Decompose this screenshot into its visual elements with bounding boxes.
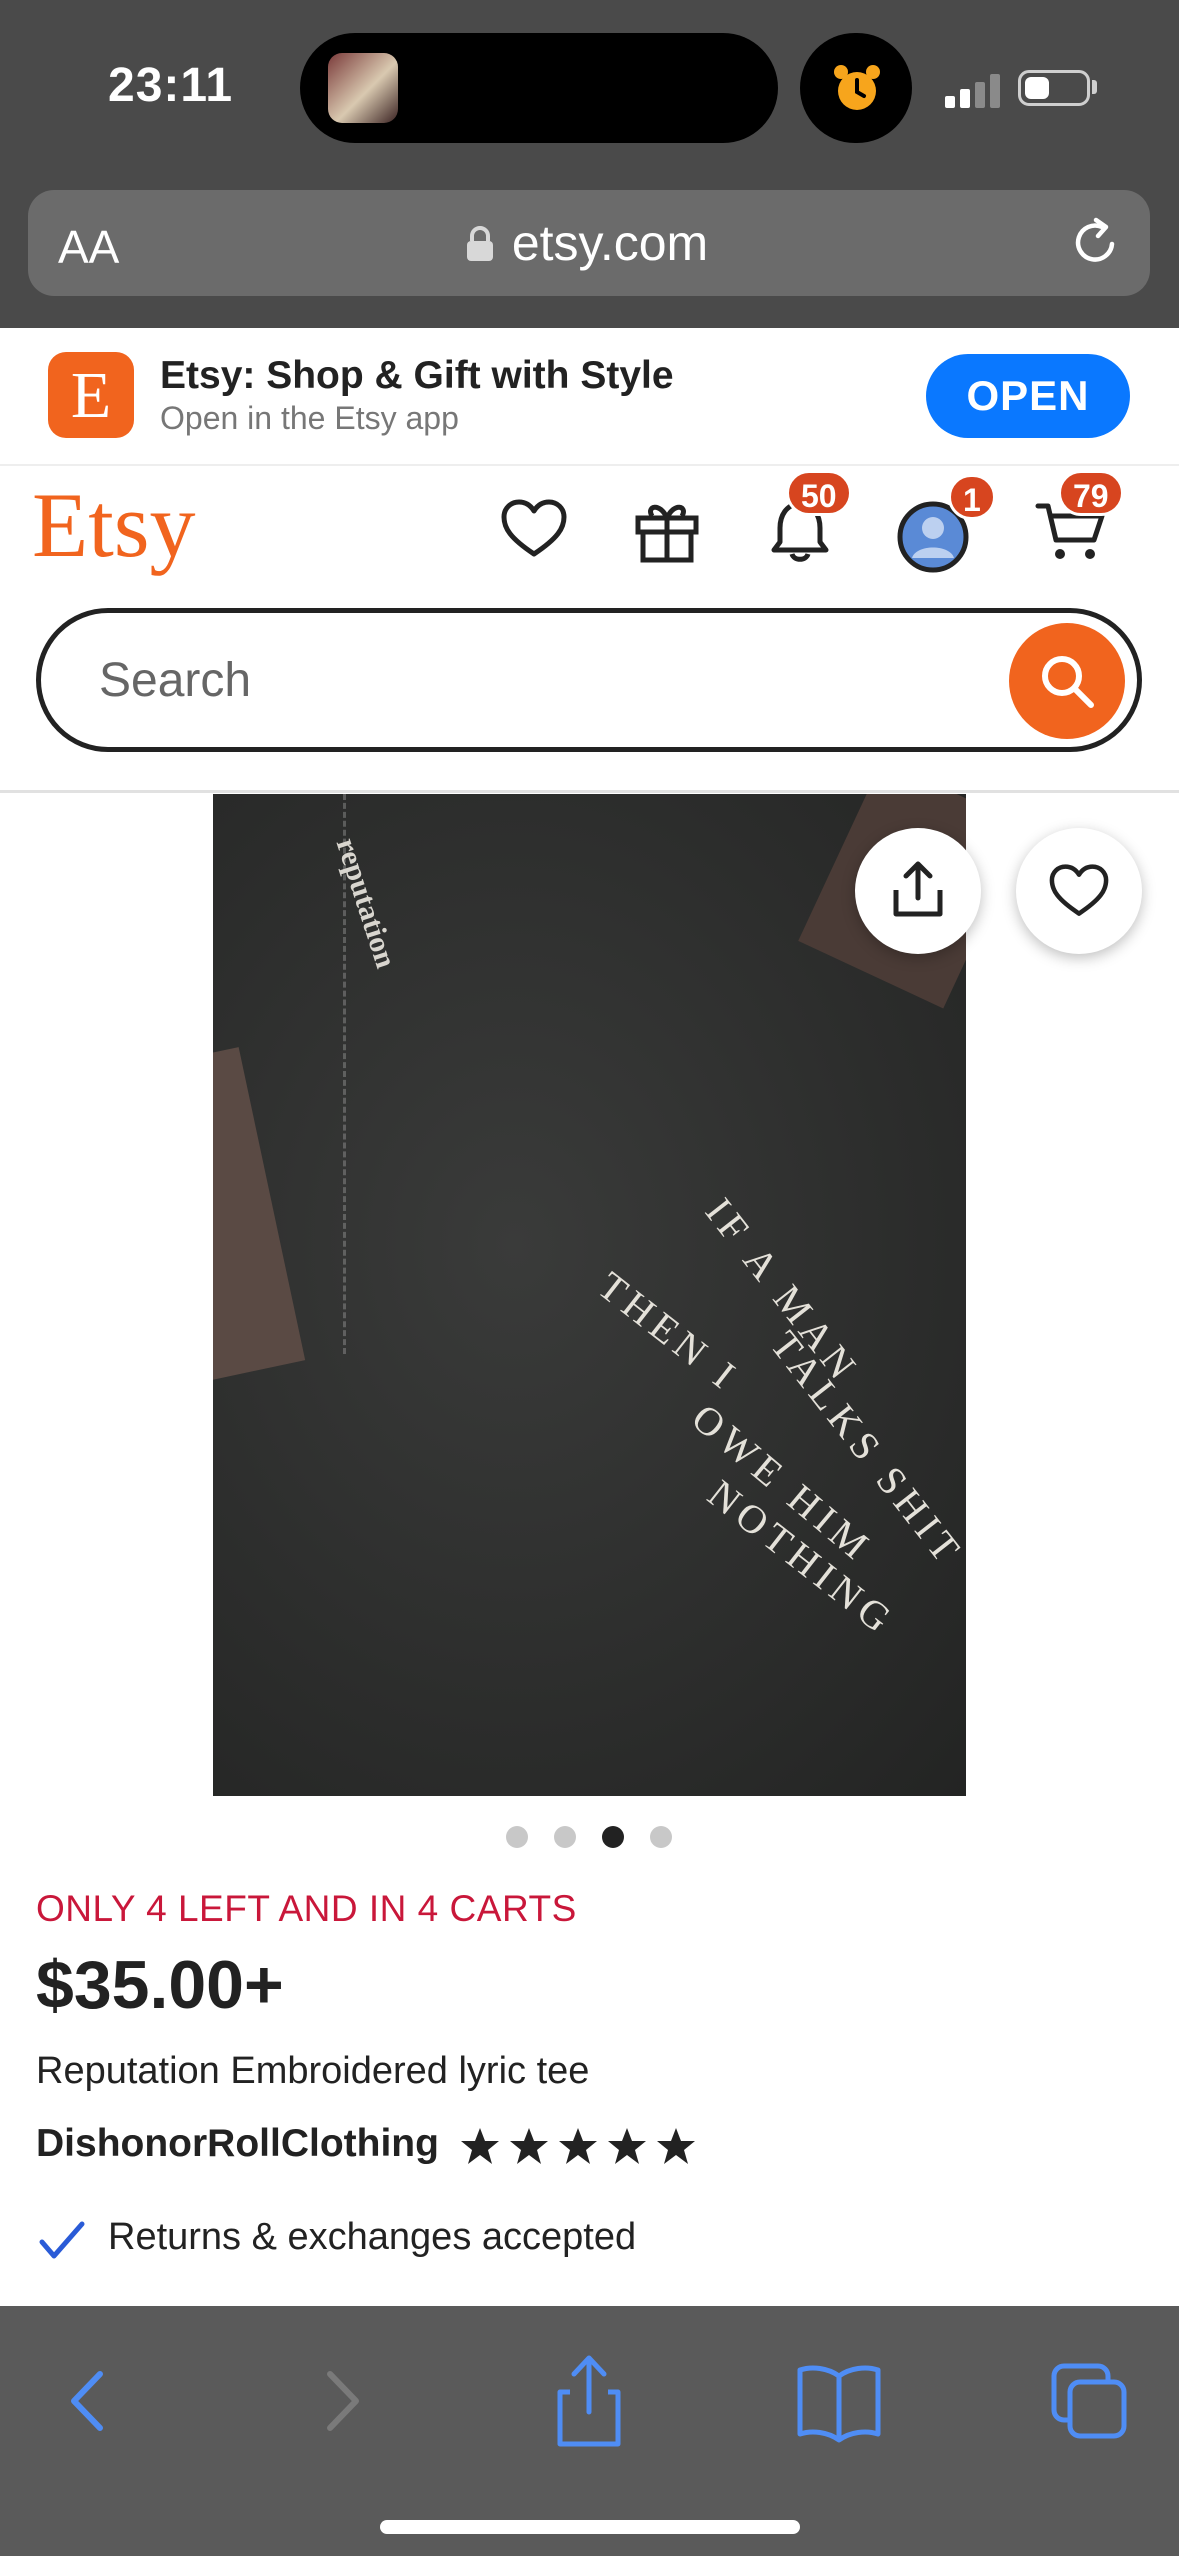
notifications-badge: 50 bbox=[786, 470, 852, 516]
back-icon[interactable] bbox=[34, 2346, 144, 2456]
share-button[interactable] bbox=[855, 828, 981, 954]
returns-policy: Returns & exchanges accepted bbox=[108, 2216, 637, 2258]
battery-nub bbox=[1092, 80, 1097, 94]
url-text[interactable]: etsy.com bbox=[28, 214, 1150, 272]
carousel-dot-3-active[interactable] bbox=[602, 1826, 624, 1848]
rating-stars[interactable] bbox=[460, 2126, 696, 2166]
app-banner: E Etsy: Shop & Gift with Style Open in t… bbox=[0, 328, 1179, 466]
carousel-dot-4[interactable] bbox=[650, 1826, 672, 1848]
home-indicator bbox=[380, 2520, 800, 2534]
carousel-dot-1[interactable] bbox=[506, 1826, 528, 1848]
search-icon bbox=[1042, 656, 1094, 708]
lyric-line-3: THEN I bbox=[589, 1262, 749, 1401]
battery-icon bbox=[1018, 70, 1090, 106]
carousel-dot-2[interactable] bbox=[554, 1826, 576, 1848]
etsy-logo[interactable]: Etsy bbox=[32, 472, 196, 578]
app-banner-title: Etsy: Shop & Gift with Style bbox=[160, 354, 674, 397]
share-icon bbox=[893, 861, 943, 917]
star-icon bbox=[461, 2128, 695, 2164]
favorite-button[interactable] bbox=[1016, 828, 1142, 954]
listing-title: Reputation Embroidered lyric tee bbox=[36, 2050, 590, 2092]
share-sheet-icon[interactable] bbox=[534, 2346, 644, 2456]
shop-name-link[interactable]: DishonorRollClothing bbox=[36, 2122, 439, 2166]
cart-badge: 79 bbox=[1058, 470, 1124, 516]
tabs-icon[interactable] bbox=[1034, 2346, 1144, 2456]
address-bar[interactable]: AA etsy.com bbox=[28, 190, 1150, 296]
battery-level bbox=[1025, 77, 1049, 99]
alarm-indicator bbox=[800, 33, 912, 143]
app-banner-subtitle: Open in the Etsy app bbox=[160, 400, 459, 436]
gift-icon[interactable] bbox=[634, 498, 700, 564]
search-bar bbox=[36, 608, 1142, 752]
alarm-clock-icon bbox=[834, 65, 880, 110]
browser-toolbar bbox=[0, 2306, 1179, 2556]
cellular-signal-icon bbox=[945, 74, 1000, 108]
dynamic-island bbox=[300, 33, 778, 143]
search-button[interactable] bbox=[1009, 623, 1125, 739]
now-playing-artwork[interactable] bbox=[328, 53, 398, 123]
stock-notice: ONLY 4 LEFT AND IN 4 CARTS bbox=[36, 1888, 577, 1929]
product-image[interactable]: reputation IF A MAN TALKS SHIT THEN I OW… bbox=[213, 794, 966, 1796]
browser-top-chrome: 23:11 AA etsy.com bbox=[0, 0, 1179, 328]
forward-icon[interactable] bbox=[286, 2346, 396, 2456]
sleeve-seam bbox=[243, 794, 346, 1354]
checkmark-icon bbox=[39, 2221, 85, 2259]
account-badge: 1 bbox=[948, 474, 996, 520]
status-time: 23:11 bbox=[108, 59, 234, 112]
price: $35.00+ bbox=[36, 1947, 284, 2023]
search-input[interactable] bbox=[97, 649, 1001, 711]
heart-icon bbox=[1049, 864, 1109, 916]
reload-icon[interactable] bbox=[1068, 214, 1124, 270]
open-app-button[interactable]: OPEN bbox=[926, 354, 1130, 438]
etsy-app-icon: E bbox=[48, 352, 134, 438]
bookmarks-icon[interactable] bbox=[784, 2346, 894, 2456]
url-domain: etsy.com bbox=[511, 215, 709, 271]
header-divider bbox=[0, 790, 1179, 793]
favorites-heart-icon[interactable] bbox=[500, 498, 568, 560]
